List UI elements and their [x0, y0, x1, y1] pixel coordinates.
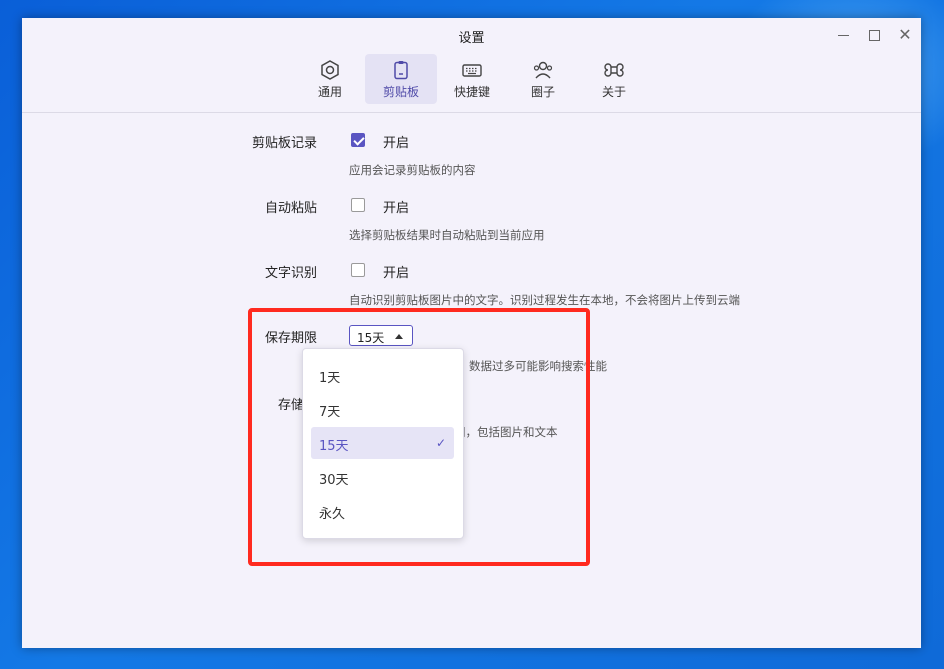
tab-circle[interactable]: 圈子 [507, 54, 579, 104]
ocr-label: 文字识别 [264, 266, 317, 281]
clipboard-history-checkbox[interactable] [351, 133, 365, 147]
tab-about[interactable]: 关于 [578, 54, 650, 104]
tab-about-label: 关于 [601, 85, 626, 99]
ocr-checkbox[interactable] [351, 263, 365, 277]
ocr-hint: 自动识别剪贴板图片中的文字。识别过程发生在本地，不会将图片上传到云端 [349, 293, 740, 307]
minimize-icon [837, 35, 849, 36]
auto-paste-hint: 选择剪贴板结果时自动粘贴到当前应用 [349, 228, 545, 242]
tab-general-label: 通用 [317, 85, 342, 99]
auto-paste-label: 自动粘贴 [264, 201, 317, 216]
clipboard-icon [394, 61, 408, 80]
hexagon-gear-icon [321, 60, 339, 80]
people-icon [533, 61, 553, 79]
highlight-annotation [248, 308, 590, 566]
tab-bar: 通用 剪贴板 快捷键 圈子 关于 [22, 54, 921, 104]
title-bar: 设置 ✕ [22, 18, 921, 52]
tab-clipboard-label: 剪贴板 [382, 85, 419, 99]
auto-paste-option[interactable]: 开启 [383, 197, 409, 216]
minimize-button[interactable] [833, 25, 853, 45]
clipboard-history-option[interactable]: 开启 [383, 132, 409, 151]
ocr-option[interactable]: 开启 [383, 262, 409, 281]
keyboard-icon [462, 64, 482, 77]
tab-clipboard[interactable]: 剪贴板 [365, 54, 437, 104]
tab-general[interactable]: 通用 [294, 54, 366, 104]
clipboard-history-hint: 应用会记录剪贴板的内容 [349, 163, 476, 177]
maximize-icon [868, 30, 880, 41]
maximize-button[interactable] [864, 25, 884, 45]
auto-paste-checkbox[interactable] [351, 198, 365, 212]
tab-circle-label: 圈子 [530, 85, 555, 99]
tab-shortcuts[interactable]: 快捷键 [436, 54, 508, 104]
clipboard-history-label: 剪贴板记录 [251, 136, 317, 151]
header-divider [22, 112, 921, 113]
tab-shortcuts-label: 快捷键 [453, 85, 490, 99]
command-icon [604, 63, 624, 77]
window-title: 设置 [458, 31, 485, 46]
close-icon: ✕ [898, 25, 912, 44]
close-button[interactable]: ✕ [895, 25, 915, 45]
